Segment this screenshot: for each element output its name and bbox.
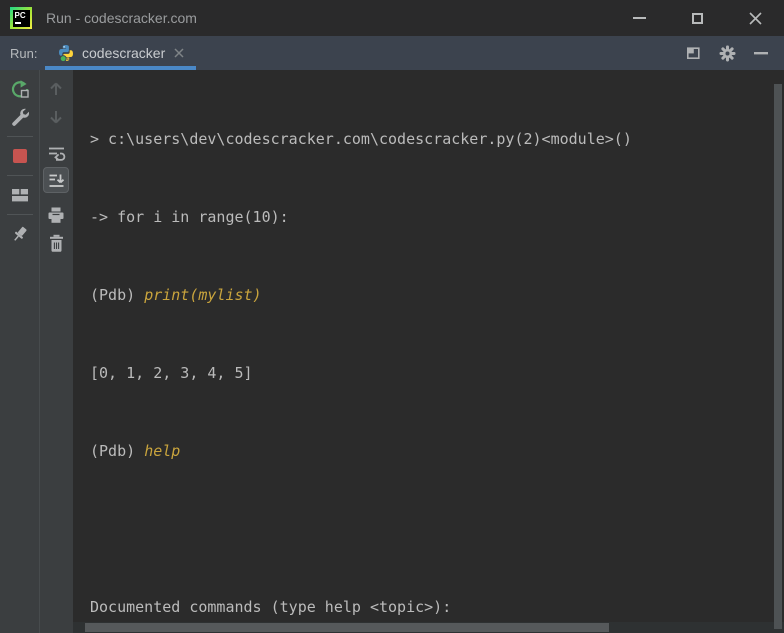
run-toolwindow-header: Run: codescracker [0, 36, 784, 70]
toolbar-divider [6, 136, 33, 137]
tab-close-icon[interactable] [174, 48, 184, 58]
modify-run-config-button[interactable] [6, 103, 34, 131]
console-line-pdb-help: (Pdb) help [90, 438, 784, 464]
window-title: Run - codescracker.com [46, 10, 197, 26]
close-button[interactable] [726, 0, 784, 36]
hide-toolwindow-button[interactable] [752, 44, 770, 62]
pdb-prompt: (Pdb) [90, 286, 145, 304]
pin-icon [13, 226, 27, 241]
console-line-source: -> for i in range(10): [90, 208, 289, 226]
run-console[interactable]: > c:\users\dev\codescracker.com\codescra… [73, 70, 784, 633]
down-arrow-icon [50, 111, 62, 124]
toolbar-console-actions [40, 70, 72, 633]
python-icon [59, 45, 73, 62]
close-icon [748, 11, 762, 25]
wrench-icon [11, 108, 29, 126]
clear-console-button[interactable] [42, 229, 70, 257]
stop-button[interactable] [6, 142, 34, 170]
run-toolwindow-content: > c:\users\dev\codescracker.com\codescra… [0, 70, 784, 633]
run-label: Run: [10, 45, 38, 61]
up-arrow-icon [50, 82, 62, 95]
minimize-button[interactable] [610, 0, 668, 36]
trash-icon [49, 234, 63, 252]
float-window-icon [686, 47, 700, 60]
toolwindow-actions [684, 36, 784, 70]
layout-icon [11, 189, 28, 202]
soft-wrap-icon [48, 147, 65, 161]
restore-layout-button[interactable] [6, 181, 34, 209]
pdb-prompt: (Pdb) [90, 442, 145, 460]
toolbar-divider [6, 175, 33, 176]
maximize-icon [691, 12, 703, 24]
print-icon [48, 207, 64, 223]
prev-occurrence-button[interactable] [42, 75, 70, 103]
console-line-list-output: [0, 1, 2, 3, 4, 5] [90, 364, 253, 382]
pin-tab-button[interactable] [6, 220, 34, 248]
window-controls [610, 0, 784, 36]
rerun-icon [11, 80, 29, 98]
pycharm-logo-icon: PC [10, 7, 32, 29]
console-line-module: > c:\users\dev\codescracker.com\codescra… [90, 130, 632, 148]
print-button[interactable] [42, 201, 70, 229]
vertical-scrollbar-thumb[interactable] [774, 84, 782, 629]
maximize-button[interactable] [668, 0, 726, 36]
toolbar-divider [6, 214, 33, 215]
console-line-pdb-print: (Pdb) print(mylist) [90, 282, 784, 308]
minimize-icon [632, 17, 646, 19]
tab-label: codescracker [82, 45, 166, 61]
settings-button[interactable] [718, 44, 736, 62]
scroll-to-end-icon [49, 174, 64, 187]
pycharm-run-window: PC Run - codescracker.com Run: codescrac… [0, 0, 784, 633]
next-occurrence-button[interactable] [42, 103, 70, 131]
soft-wrap-button[interactable] [42, 139, 70, 167]
toolbar-run-actions [0, 70, 40, 633]
user-input: print(mylist) [144, 286, 262, 304]
commands-header: Documented commands (type help <topic>): [90, 598, 452, 616]
scroll-to-end-button[interactable] [43, 167, 69, 193]
titlebar: PC Run - codescracker.com [0, 0, 784, 36]
horizontal-scrollbar-thumb[interactable] [85, 623, 609, 632]
user-input: help [144, 442, 181, 460]
run-toolbar [0, 70, 73, 633]
gear-icon [719, 45, 735, 61]
hide-icon [754, 52, 768, 55]
tab-codescracker[interactable]: codescracker [45, 36, 197, 70]
float-window-button[interactable] [684, 44, 702, 62]
stop-icon [12, 149, 27, 163]
rerun-button[interactable] [6, 75, 34, 103]
